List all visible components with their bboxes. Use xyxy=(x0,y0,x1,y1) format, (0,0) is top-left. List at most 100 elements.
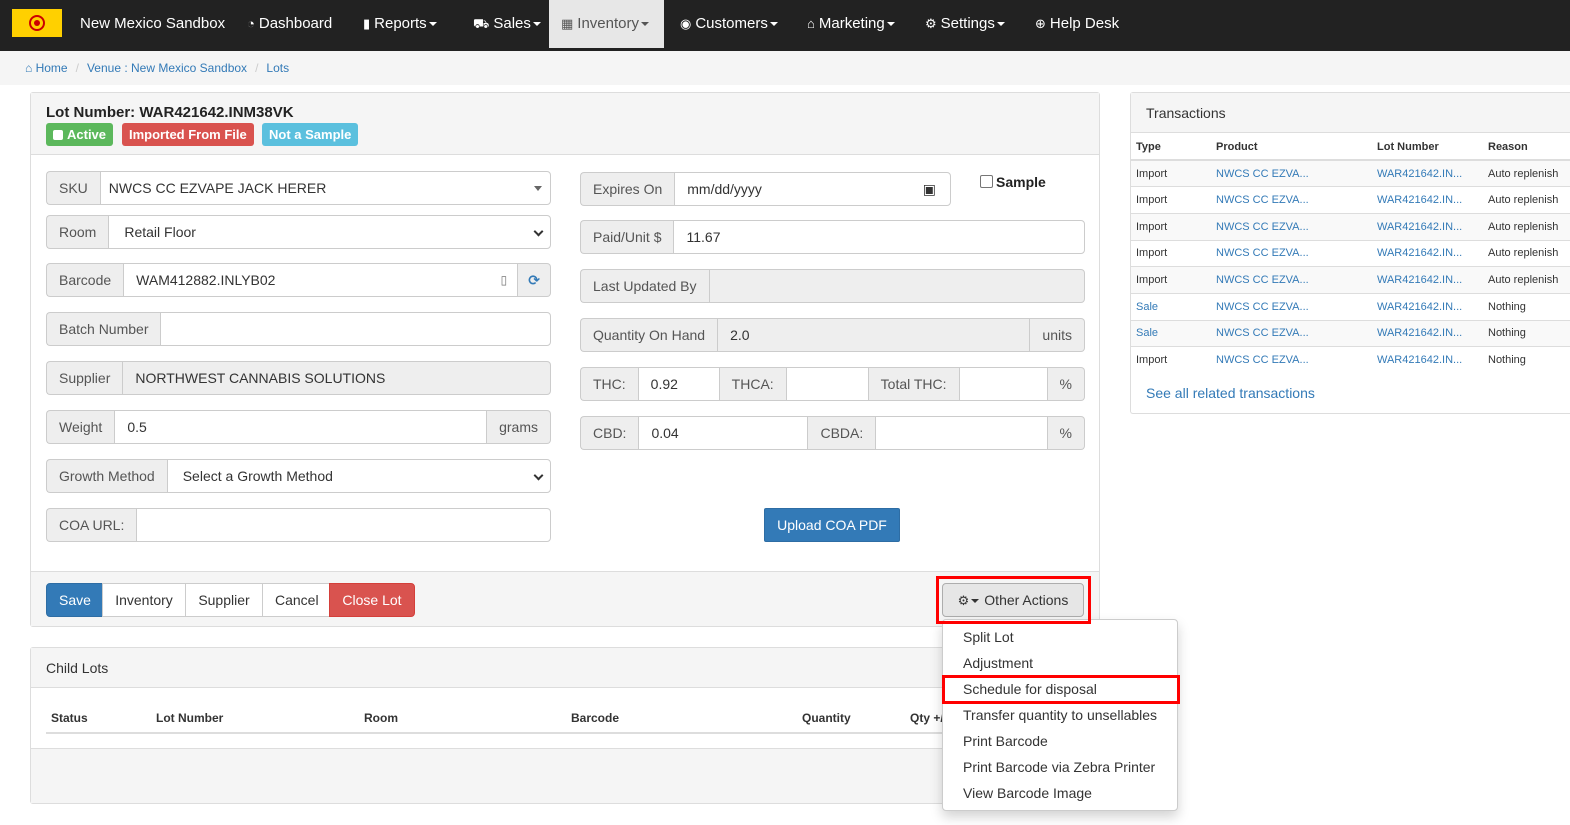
transaction-product[interactable]: NWCS CC EZVA... xyxy=(1211,266,1372,294)
sku-group: SKU NWCS CC EZVAPE JACK HERER xyxy=(46,171,551,205)
nav-customers[interactable]: ◉ Customers xyxy=(668,0,788,48)
child-lots-panel: Child Lots Status Lot Number Room Barcod… xyxy=(30,647,1100,804)
other-actions-menu: Split Lot Adjustment Schedule for disposal… xyxy=(942,619,1178,811)
expires-on-input[interactable]: mm/dd/yyyy ▣ xyxy=(674,172,951,206)
save-button[interactable]: Save xyxy=(46,583,103,617)
paid-unit-input[interactable]: 11.67 xyxy=(673,220,1085,254)
nav-reports[interactable]: ▮ Reports xyxy=(351,0,455,48)
child-col-barcode[interactable]: Barcode xyxy=(570,703,801,734)
room-select[interactable]: Retail Floor xyxy=(108,215,551,249)
cbda-label: CBDA: xyxy=(808,416,876,450)
imported-badge: Imported From File xyxy=(122,123,254,146)
thca-label: THCA: xyxy=(719,367,786,401)
nav-inventory[interactable]: ▦ Inventory xyxy=(549,0,664,48)
child-col-room[interactable]: Room xyxy=(363,703,570,734)
close-lot-button[interactable]: Close Lot xyxy=(329,583,415,617)
caret-down-icon xyxy=(428,22,437,27)
transaction-product[interactable]: NWCS CC EZVA... xyxy=(1211,212,1372,241)
last-updated-group: Last Updated By xyxy=(580,269,1085,303)
menu-item-split-lot[interactable]: Split Lot xyxy=(943,624,1177,650)
tx-col-type[interactable]: Type xyxy=(1131,134,1211,161)
transaction-product[interactable]: NWCS CC EZVA... xyxy=(1211,159,1372,187)
child-col-lot-number[interactable]: Lot Number xyxy=(155,703,363,734)
see-all-transactions-link[interactable]: See all related transactions xyxy=(1146,385,1315,401)
menu-item-transfer-quantity-to-unsellables[interactable]: Transfer quantity to unsellables xyxy=(943,702,1177,728)
barcode-input[interactable]: WAM412882.INLYB02 ▯ xyxy=(123,263,519,297)
tx-col-lot-number[interactable]: Lot Number xyxy=(1372,134,1483,161)
transaction-type[interactable]: Sale xyxy=(1131,319,1211,347)
nav-marketing[interactable]: ⌂ Marketing xyxy=(795,0,907,48)
cancel-button[interactable]: Cancel xyxy=(262,583,330,617)
cbda-input[interactable] xyxy=(875,416,1048,450)
child-col-status[interactable]: Status xyxy=(46,703,155,734)
total-thc-label: Total THC: xyxy=(868,367,959,401)
home-icon: ⌂ xyxy=(25,61,33,75)
brand-title[interactable]: New Mexico Sandbox xyxy=(80,15,225,32)
transaction-type[interactable]: Sale xyxy=(1131,292,1211,321)
cbd-input[interactable]: 0.04 xyxy=(638,416,809,450)
menu-item-print-barcode-via-zebra-printer[interactable]: Print Barcode via Zebra Printer xyxy=(943,754,1177,780)
menu-item-print-barcode[interactable]: Print Barcode xyxy=(943,728,1177,754)
thc-input[interactable]: 0.92 xyxy=(637,367,720,401)
transaction-lot[interactable]: WAR421642.IN... xyxy=(1372,292,1483,321)
quantity-on-hand-input[interactable]: 2.0 xyxy=(717,318,1031,352)
nav-help-desk[interactable]: ⊕ Help Desk xyxy=(1023,0,1129,48)
nav-settings[interactable]: ⚙ Settings xyxy=(913,0,1017,48)
nav-dashboard[interactable]: ◔ Dashboard xyxy=(235,0,345,48)
breadcrumb-home[interactable]: ⌂ Home xyxy=(25,61,68,75)
transaction-lot[interactable]: WAR421642.IN... xyxy=(1372,159,1483,187)
expires-on-label: Expires On xyxy=(580,172,675,206)
child-col-quantity[interactable]: Quantity xyxy=(801,703,909,734)
inventory-button[interactable]: Inventory xyxy=(102,583,186,617)
transaction-product[interactable]: NWCS CC EZVA... xyxy=(1211,186,1372,214)
breadcrumb-lots[interactable]: Lots xyxy=(266,61,289,75)
thca-input[interactable] xyxy=(785,367,869,401)
child-lots-header: Child Lots xyxy=(31,648,1099,688)
barcode-group: Barcode WAM412882.INLYB02 ▯ ⟳ xyxy=(46,263,551,297)
transaction-reason: Auto replenish xyxy=(1483,212,1570,241)
refresh-icon: ⟳ xyxy=(528,272,540,288)
upload-coa-pdf-button[interactable]: Upload COA PDF xyxy=(764,508,900,542)
check-square-icon xyxy=(53,130,63,140)
highlight-other-actions xyxy=(936,576,1091,624)
menu-item-view-barcode-image[interactable]: View Barcode Image xyxy=(943,780,1177,806)
weight-input[interactable]: 0.5 xyxy=(114,410,488,444)
caret-down-icon xyxy=(532,22,541,27)
tx-col-product[interactable]: Product xyxy=(1211,134,1372,161)
transaction-lot[interactable]: WAR421642.IN... xyxy=(1372,319,1483,347)
supplier-input[interactable]: NORTHWEST CANNABIS SOLUTIONS xyxy=(122,361,551,395)
nav-sales[interactable]: ⛟ Sales xyxy=(461,0,543,48)
sample-checkbox[interactable] xyxy=(980,175,993,188)
new-mexico-flag-logo[interactable] xyxy=(12,9,62,37)
supplier-button[interactable]: Supplier xyxy=(185,583,263,617)
breadcrumb-venue[interactable]: Venue : New Mexico Sandbox xyxy=(87,61,247,75)
transaction-lot[interactable]: WAR421642.IN... xyxy=(1372,212,1483,241)
transaction-lot[interactable]: WAR421642.IN... xyxy=(1372,346,1483,374)
batch-number-input[interactable] xyxy=(160,312,551,346)
transaction-product[interactable]: NWCS CC EZVA... xyxy=(1211,346,1372,374)
transaction-row: Import NWCS CC EZVA... WAR421642.IN... Noth… xyxy=(1131,346,1570,374)
last-updated-by-input[interactable] xyxy=(708,269,1085,303)
transaction-reason: Nothing xyxy=(1483,292,1570,321)
transaction-row: Import NWCS CC EZVA... WAR421642.IN... Auto… xyxy=(1131,186,1570,214)
lifebuoy-icon: ⊕ xyxy=(1035,16,1046,31)
last-updated-by-label: Last Updated By xyxy=(580,269,709,303)
transaction-reason: Auto replenish xyxy=(1483,239,1570,267)
refresh-barcode-button[interactable]: ⟳ xyxy=(518,263,551,297)
sku-select[interactable]: NWCS CC EZVAPE JACK HERER xyxy=(99,171,551,205)
transaction-product[interactable]: NWCS CC EZVA... xyxy=(1211,319,1372,347)
transaction-lot[interactable]: WAR421642.IN... xyxy=(1372,266,1483,294)
transaction-lot[interactable]: WAR421642.IN... xyxy=(1372,186,1483,214)
transaction-product[interactable]: NWCS CC EZVA... xyxy=(1211,292,1372,321)
child-lots-title: Child Lots xyxy=(46,660,109,676)
transaction-product[interactable]: NWCS CC EZVA... xyxy=(1211,239,1372,267)
supplier-label: Supplier xyxy=(46,361,123,395)
menu-item-adjustment[interactable]: Adjustment xyxy=(943,650,1177,676)
user-circle-icon: ◉ xyxy=(680,16,692,31)
transaction-lot[interactable]: WAR421642.IN... xyxy=(1372,239,1483,267)
coa-url-input[interactable] xyxy=(136,508,551,542)
tx-col-reason[interactable]: Reason xyxy=(1483,134,1570,161)
total-thc-input[interactable] xyxy=(958,367,1048,401)
room-label: Room xyxy=(46,215,109,249)
growth-method-select[interactable]: Select a Growth Method xyxy=(166,459,551,493)
